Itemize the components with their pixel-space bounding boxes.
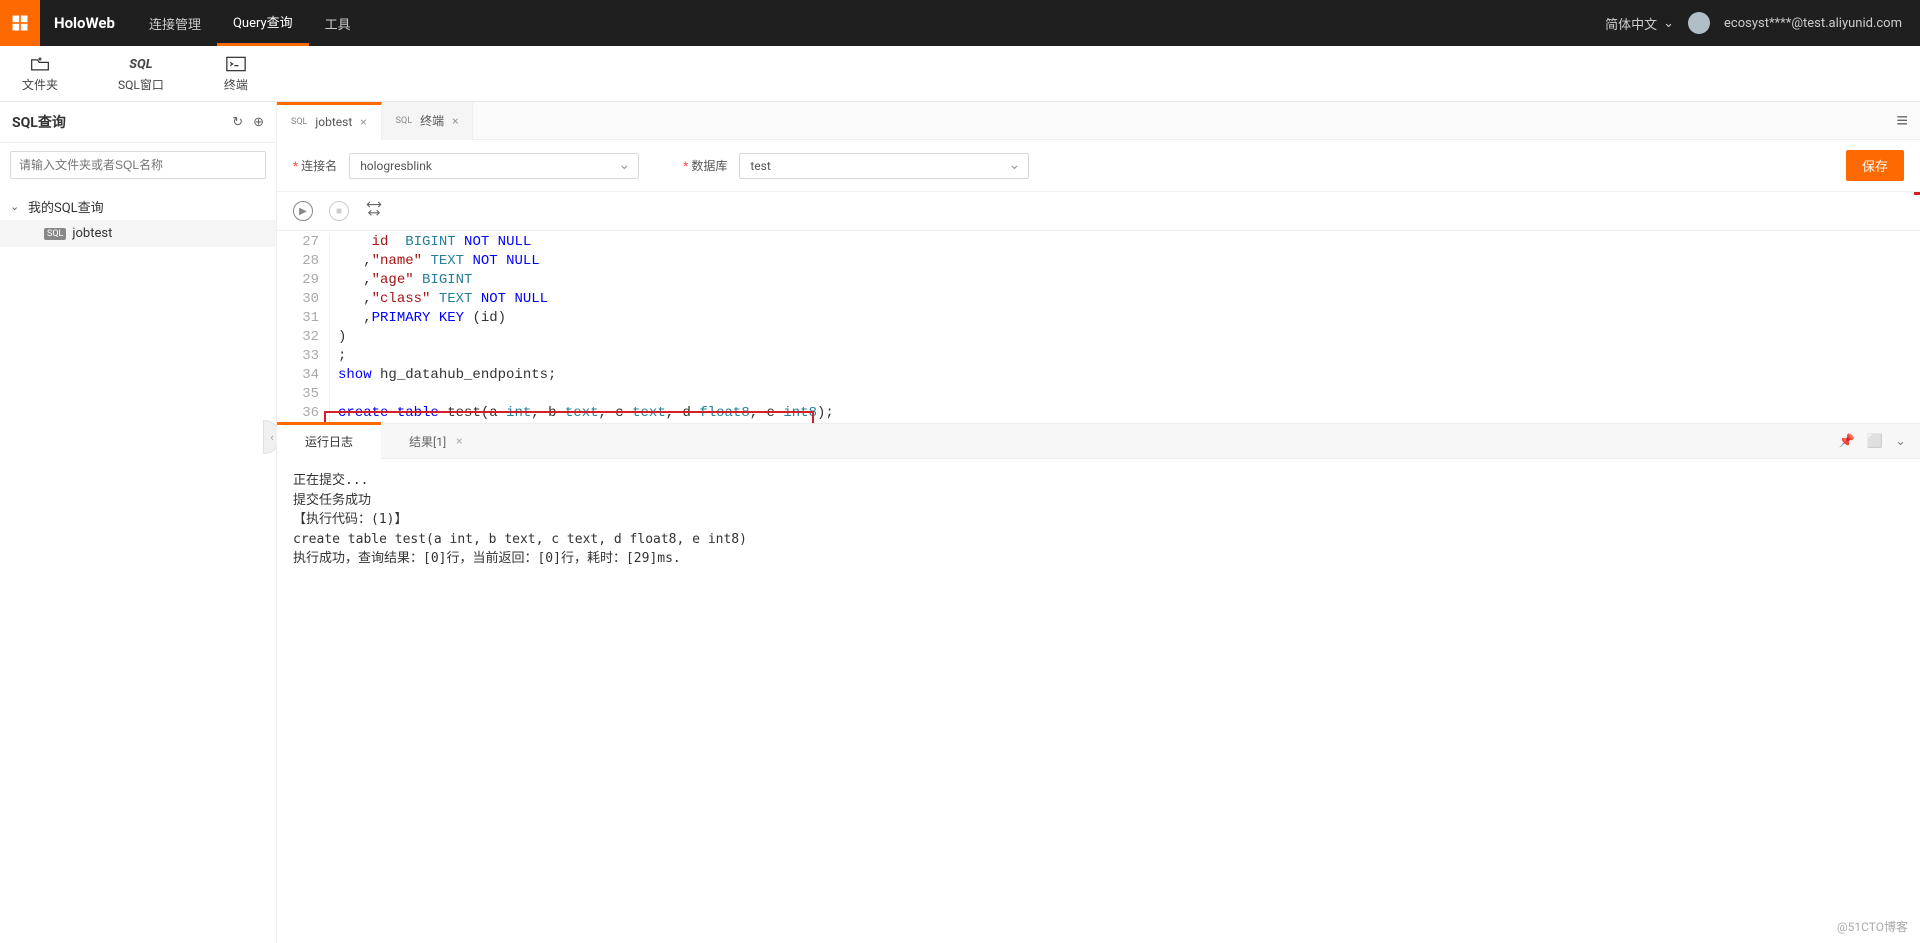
expand-icon[interactable]: ⬜ (1867, 434, 1883, 449)
results-tab[interactable]: 结果[1] × (381, 423, 491, 459)
refresh-icon[interactable]: ↻ (232, 115, 243, 130)
tree-root-my-sql[interactable]: ⌄ 我的SQL查询 (10, 193, 266, 220)
editor-tab[interactable]: SQL 终端 × (382, 102, 474, 140)
language-selector[interactable]: 简体中文 ⌄ (1605, 14, 1674, 33)
connection-name-select[interactable]: hologresblink (349, 153, 639, 179)
add-icon[interactable]: ⊕ (253, 115, 264, 130)
brand-name: HoloWeb (40, 14, 133, 32)
sidebar-title: SQL查询 (12, 112, 66, 132)
toolbar-terminal[interactable]: 终端 (224, 54, 248, 93)
database-select[interactable]: test (739, 153, 1029, 179)
results-tab-label: 运行日志 (305, 433, 353, 450)
database-label: *数据库 (683, 157, 727, 174)
sidebar-actions: ↻ ⊕ (232, 115, 264, 130)
sidebar-tree: ⌄ 我的SQL查询 SQL jobtest (0, 187, 276, 253)
top-bar: HoloWeb 连接管理Query查询工具 简体中文 ⌄ ecosyst****… (0, 0, 1920, 46)
results-toolbar: 📌 ⬜ ⌄ (1839, 434, 1920, 449)
toolbar-terminal-label: 终端 (224, 76, 248, 93)
collapse-icon[interactable]: ⌄ (1895, 434, 1906, 449)
sidebar: SQL查询 ↻ ⊕ ⌄ 我的SQL查询 SQL jobtest (0, 102, 277, 943)
top-nav: 连接管理Query查询工具 (133, 0, 367, 46)
pin-icon[interactable]: 📌 (1839, 434, 1855, 449)
editor-tab[interactable]: SQL jobtest × (277, 102, 382, 140)
sql-badge-icon: SQL (291, 117, 307, 127)
connection-name-label: *连接名 (293, 157, 337, 174)
scroll-marker (1914, 192, 1920, 195)
line-gutter: 27282930313233343536 (277, 233, 329, 423)
editor-area: SQL jobtest × SQL 终端 × ≡ *连接名 hologresblink *数… (277, 102, 1920, 943)
tree-item-label: jobtest (72, 226, 112, 241)
editor-tabs: SQL jobtest × SQL 终端 × ≡ (277, 102, 1920, 140)
close-icon[interactable]: × (452, 114, 458, 128)
results-tab-label: 结果[1] (409, 433, 446, 450)
sql-icon: SQL (129, 54, 152, 74)
main-area: SQL查询 ↻ ⊕ ⌄ 我的SQL查询 SQL jobtest ‹ SQLjob… (0, 102, 1920, 943)
logo-icon (10, 13, 30, 33)
chevron-down-icon: ⌄ (10, 200, 22, 213)
nav-item[interactable]: Query查询 (217, 0, 309, 46)
language-label: 简体中文 (1605, 14, 1657, 33)
close-icon[interactable]: × (360, 115, 366, 129)
toolbar-folder-label: 文件夹 (22, 76, 58, 93)
terminal-icon (226, 54, 246, 74)
nav-item[interactable]: 工具 (309, 0, 367, 46)
user-email: ecosyst****@test.aliyunid.com (1724, 16, 1902, 31)
tab-label: 终端 (420, 112, 444, 129)
results-tabs: 运行日志 结果[1] × 📌 ⬜ ⌄ (277, 423, 1920, 459)
run-button[interactable]: ▶ (293, 201, 313, 221)
sidebar-header: SQL查询 ↻ ⊕ (0, 102, 276, 143)
tab-label: jobtest (315, 115, 352, 129)
watermark: @51CTO博客 (1837, 918, 1908, 935)
save-button[interactable]: 保存 (1846, 150, 1904, 181)
sidebar-search-input[interactable] (10, 151, 266, 179)
user-avatar[interactable] (1688, 12, 1710, 34)
toolbar-folder[interactable]: 文件夹 (22, 54, 58, 93)
stop-button[interactable]: ■ (329, 201, 349, 221)
sql-badge-icon: SQL (44, 228, 66, 240)
sql-badge-icon: SQL (396, 116, 412, 126)
toolbar-sql-label: SQL窗口 (118, 76, 164, 93)
tree-item-jobtest[interactable]: SQL jobtest (0, 220, 276, 247)
app-logo[interactable] (0, 0, 40, 46)
toolbar-sql-window[interactable]: SQL SQL窗口 (118, 54, 164, 93)
nav-item[interactable]: 连接管理 (133, 0, 217, 46)
folder-plus-icon (30, 54, 50, 74)
chevron-down-icon: ⌄ (1663, 16, 1674, 31)
code-editor[interactable]: 27282930313233343536 id BIGINT NOT NULL … (277, 230, 1920, 423)
log-output: 正在提交... 提交任务成功 【执行代码：(1)】 create table t… (277, 459, 1920, 943)
connection-row: *连接名 hologresblink *数据库 test 保存 (277, 140, 1920, 192)
close-icon[interactable]: × (456, 434, 462, 448)
tree-root-label: 我的SQL查询 (28, 197, 104, 216)
results-tab[interactable]: 运行日志 (277, 423, 381, 459)
tabs-menu-icon[interactable]: ≡ (1884, 108, 1920, 133)
workspace-toolbar: 文件夹 SQL SQL窗口 终端 (0, 46, 1920, 102)
editor-action-row: ▶ ■ (277, 192, 1920, 230)
code-content[interactable]: id BIGINT NOT NULL ,"name" TEXT NOT NULL… (330, 233, 1920, 423)
top-right: 简体中文 ⌄ ecosyst****@test.aliyunid.com (1605, 12, 1920, 34)
format-icon[interactable] (365, 200, 383, 222)
